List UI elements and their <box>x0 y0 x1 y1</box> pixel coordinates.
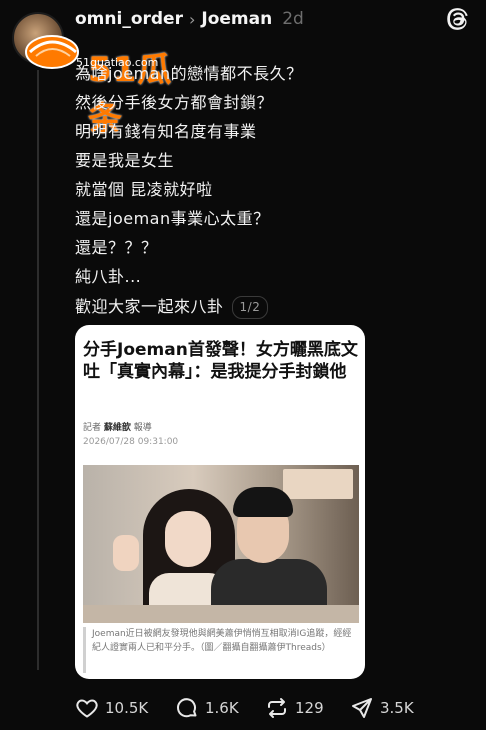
article-datetime: 2026/07/28 09:31:00 <box>83 437 179 447</box>
post-line: 還是joeman事業心太重？ <box>75 209 270 228</box>
post-line: 就當個 昆凌就好啦 <box>75 180 213 199</box>
post-line: 純八卦... <box>75 267 142 286</box>
article-photo <box>83 465 359 623</box>
byline-suffix: 報導 <box>133 423 152 433</box>
article-image-card[interactable]: 分手Joeman首發聲！女方曬黑底文吐「真實內幕」：是我提分手封鎖他 記者 蘇維… <box>75 325 365 679</box>
article-byline: 記者 蘇維歆 報導 <box>83 420 152 433</box>
byline-prefix: 記者 <box>83 423 102 433</box>
repost-count: 129 <box>295 699 324 717</box>
comment-button[interactable]: 1.6K <box>175 692 239 724</box>
like-button[interactable]: 10.5K <box>75 692 148 724</box>
comment-icon <box>177 698 197 718</box>
comment-count: 1.6K <box>205 699 239 717</box>
like-count: 10.5K <box>105 699 149 717</box>
heart-icon <box>76 699 98 718</box>
post-line: 還是？？？ <box>75 238 158 257</box>
article-author: 蘇維歆 <box>103 423 131 433</box>
post-time: 2d <box>282 9 304 29</box>
reply-to-user[interactable]: Joeman <box>201 9 272 29</box>
action-bar: 10.5K 1.6K 129 3.5K <box>75 692 475 724</box>
threads-icon[interactable] <box>444 6 470 32</box>
photo-caption-text: Joeman近日被網友發現他與網美蕭伊悄悄互相取消IG追蹤，經經紀人證實兩人已和… <box>92 629 352 653</box>
image-pager: 1/2 <box>231 296 269 319</box>
post-line-last: 歡迎大家一起來八卦 1/2 <box>75 296 475 325</box>
repost-icon <box>268 698 286 718</box>
article-title: 分手Joeman首發聲！女方曬黑底文吐「真實內幕」：是我提分手封鎖他 <box>83 340 358 382</box>
post-line: 要是我是女生 <box>75 151 175 170</box>
post-line: 然後分手後女方都會封鎖？ <box>75 93 274 112</box>
photo-caption: Joeman近日被網友發現他與網美蕭伊悄悄互相取消IG追蹤，經經紀人證實兩人已和… <box>83 627 359 673</box>
share-count: 3.5K <box>380 699 414 717</box>
share-button[interactable]: 3.5K <box>350 692 414 724</box>
post-line: 為啥joeman的戀情都不長久？ <box>75 64 303 83</box>
thread-line <box>37 70 39 670</box>
post-line: 明明有錢有知名度有事業 <box>75 122 257 141</box>
share-icon <box>352 698 372 718</box>
post-body: 女方 為啥joeman的戀情都不長久？ 然後分手後女方都會封鎖？ 明明有錢有知名… <box>75 64 475 325</box>
post-line-text: 歡迎大家一起來八卦 <box>75 297 224 316</box>
repost-button[interactable]: 129 <box>265 692 324 724</box>
